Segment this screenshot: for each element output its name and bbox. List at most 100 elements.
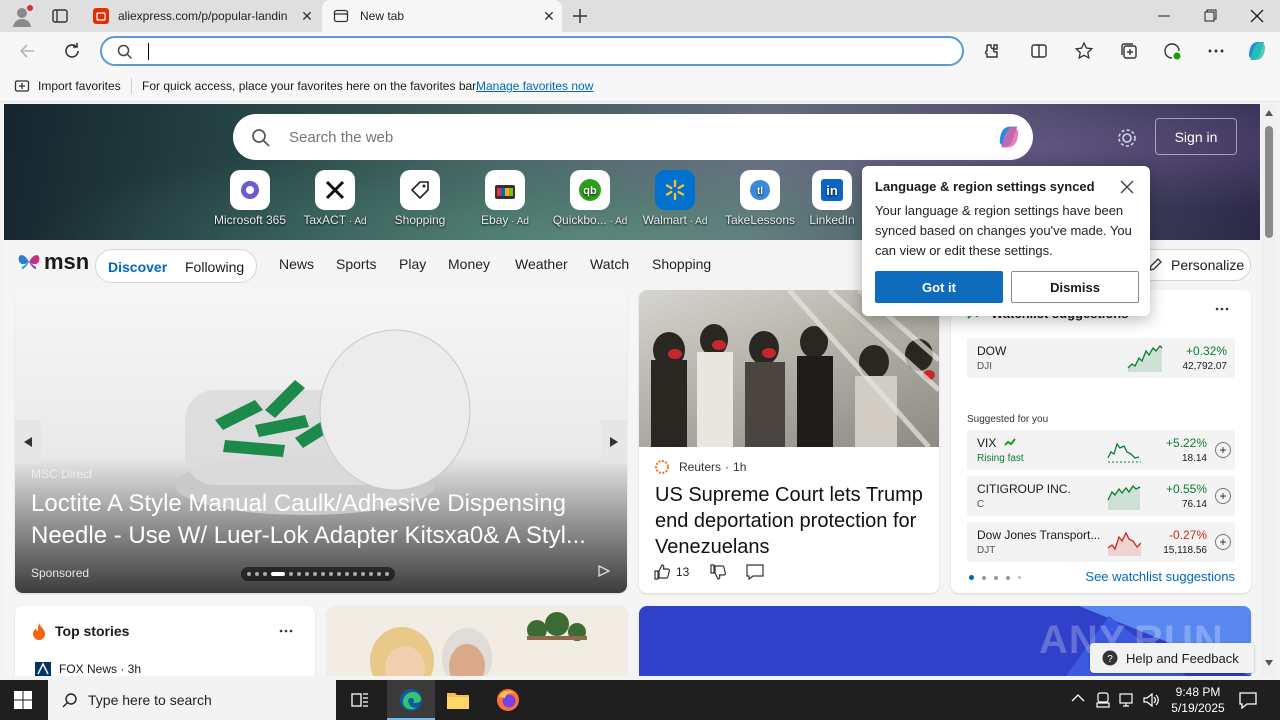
taskbar-clock[interactable]: 9:48 PM 5/19/2025: [1166, 684, 1230, 716]
nav-sports[interactable]: Sports: [336, 256, 376, 272]
tab-following[interactable]: Following: [185, 259, 244, 275]
show-hidden-icons-chevron-icon[interactable]: [1071, 693, 1085, 703]
scrollbar-thumb[interactable]: [1265, 126, 1273, 238]
copilot-icon[interactable]: [993, 122, 1025, 152]
firefox-icon[interactable]: [496, 688, 520, 712]
extensions-icon[interactable]: [981, 41, 1001, 61]
carousel-dot[interactable]: [353, 572, 357, 576]
tab-new-tab[interactable]: New tab ✕: [322, 0, 562, 32]
favorites-star-icon[interactable]: [1074, 41, 1094, 61]
quicklink-microsoft365[interactable]: Microsoft 365: [207, 170, 293, 227]
task-view-icon[interactable]: [350, 690, 370, 710]
watchlist-more-icon[interactable]: [1215, 306, 1229, 312]
web-search-input[interactable]: [289, 126, 969, 148]
ad-choices-icon[interactable]: [597, 564, 611, 578]
carousel-dot[interactable]: [361, 572, 365, 576]
carousel-dot[interactable]: [321, 572, 325, 576]
meet-now-icon[interactable]: [1095, 691, 1111, 709]
tab-aliexpress[interactable]: aliexpress.com/p/popular-landin ✕: [84, 0, 320, 32]
carousel-dot[interactable]: [345, 572, 349, 576]
lifestyle-card[interactable]: [327, 606, 627, 676]
profile-avatar-icon[interactable]: [10, 4, 34, 28]
manage-favorites-link[interactable]: Manage favorites now: [476, 79, 593, 93]
watchlist-row-dow-transport[interactable]: Dow Jones Transport... DJT -0.27% 15,118…: [967, 522, 1235, 562]
copilot-icon[interactable]: [1244, 38, 1270, 64]
close-tab-icon[interactable]: ✕: [536, 3, 562, 29]
nav-watch[interactable]: Watch: [590, 256, 629, 272]
carousel-dot[interactable]: [289, 572, 293, 576]
taskbar-search-box[interactable]: Type here to search: [48, 680, 336, 720]
close-tab-icon[interactable]: ✕: [294, 3, 320, 29]
scroll-up-icon[interactable]: [1265, 110, 1273, 116]
more-options-icon[interactable]: [1206, 41, 1226, 61]
add-to-watchlist-icon[interactable]: +: [1215, 534, 1231, 550]
carousel-dot[interactable]: [377, 572, 381, 576]
carousel-dot[interactable]: [329, 572, 333, 576]
scroll-down-icon[interactable]: [1265, 660, 1273, 666]
msn-logo[interactable]: msn: [16, 249, 89, 275]
quicklink-ebay[interactable]: Ebay · Ad: [462, 170, 548, 227]
carousel-dot[interactable]: [337, 572, 341, 576]
nav-shopping[interactable]: Shopping: [652, 256, 711, 272]
quicklink-walmart[interactable]: Walmart · Ad: [632, 170, 718, 227]
see-watchlist-link[interactable]: See watchlist suggestions: [1085, 569, 1235, 584]
file-explorer-icon[interactable]: [446, 689, 470, 711]
minimize-icon[interactable]: [1156, 9, 1172, 23]
close-window-icon[interactable]: [1249, 8, 1265, 24]
top-stories-more-icon[interactable]: [279, 628, 293, 634]
nav-play[interactable]: Play: [399, 256, 426, 272]
address-bar[interactable]: [100, 36, 964, 66]
page-scrollbar[interactable]: [1262, 104, 1276, 676]
taskbar-edge-button[interactable]: [387, 680, 435, 720]
carousel-dot[interactable]: [297, 572, 301, 576]
quicklink-quickbooks[interactable]: qb Quickbo... · Ad: [547, 170, 633, 227]
quicklink-takelessons[interactable]: tl TakeLessons: [717, 170, 803, 227]
collections-icon[interactable]: [1119, 41, 1139, 61]
split-screen-icon[interactable]: [1029, 41, 1049, 61]
like-icon[interactable]: [653, 563, 671, 581]
carousel-dot[interactable]: [255, 572, 259, 576]
tab-discover[interactable]: Discover: [108, 259, 167, 275]
notifications-icon[interactable]: [1238, 690, 1258, 710]
news-headline[interactable]: US Supreme Court lets Trump end deportat…: [655, 482, 925, 560]
carousel-next-icon[interactable]: [601, 420, 627, 464]
nav-weather[interactable]: Weather: [515, 256, 568, 272]
volume-icon[interactable]: [1142, 691, 1160, 709]
tab-actions-icon[interactable]: [50, 6, 70, 26]
hero-title[interactable]: Loctite A Style Manual Caulk/Adhesive Di…: [31, 488, 611, 552]
restore-icon[interactable]: [1202, 9, 1218, 23]
close-popup-icon[interactable]: [1120, 180, 1134, 194]
quicklink-linkedin[interactable]: in LinkedIn: [802, 170, 862, 227]
quicklink-shopping[interactable]: Shopping: [377, 170, 463, 227]
page-settings-gear-icon[interactable]: [1116, 127, 1138, 149]
watchlist-row-dow[interactable]: DOW DJI +0.32% 42,792.07: [967, 338, 1235, 378]
carousel-dot[interactable]: [369, 572, 373, 576]
dismiss-button[interactable]: Dismiss: [1011, 271, 1139, 303]
carousel-dot[interactable]: [263, 572, 267, 576]
carousel-prev-icon[interactable]: [15, 420, 41, 464]
nav-money[interactable]: Money: [448, 256, 490, 272]
hero-card[interactable]: MSC Direct Loctite A Style Manual Caulk/…: [15, 290, 627, 593]
watchlist-row-citigroup[interactable]: CITIGROUP INC. C +0.55% 76.14 +: [967, 476, 1235, 516]
got-it-button[interactable]: Got it: [875, 271, 1003, 303]
quicklink-taxact[interactable]: TaxACT · Ad: [292, 170, 378, 227]
carousel-dot[interactable]: [305, 572, 309, 576]
network-icon[interactable]: [1118, 691, 1136, 709]
sign-in-button[interactable]: Sign in: [1155, 118, 1237, 155]
dislike-icon[interactable]: [709, 563, 727, 581]
add-to-watchlist-icon[interactable]: +: [1215, 488, 1231, 504]
import-favorites-button[interactable]: Import favorites: [38, 79, 121, 93]
carousel-dot[interactable]: [385, 572, 389, 576]
personalize-button[interactable]: Personalize: [1134, 249, 1251, 281]
carousel-dot[interactable]: [313, 572, 317, 576]
refresh-icon[interactable]: [62, 41, 82, 61]
add-to-watchlist-icon[interactable]: +: [1215, 442, 1231, 458]
windows-start-icon[interactable]: [14, 691, 32, 709]
browser-essentials-icon[interactable]: [1162, 41, 1182, 61]
carousel-dot[interactable]: [247, 572, 251, 576]
carousel-dot[interactable]: [271, 572, 285, 576]
nav-news[interactable]: News: [279, 256, 314, 272]
watchlist-row-vix[interactable]: VIX Rising fast +5.22% 18.14 +: [967, 430, 1235, 470]
web-search-box[interactable]: [233, 114, 1033, 160]
new-tab-plus-icon[interactable]: [569, 5, 591, 27]
